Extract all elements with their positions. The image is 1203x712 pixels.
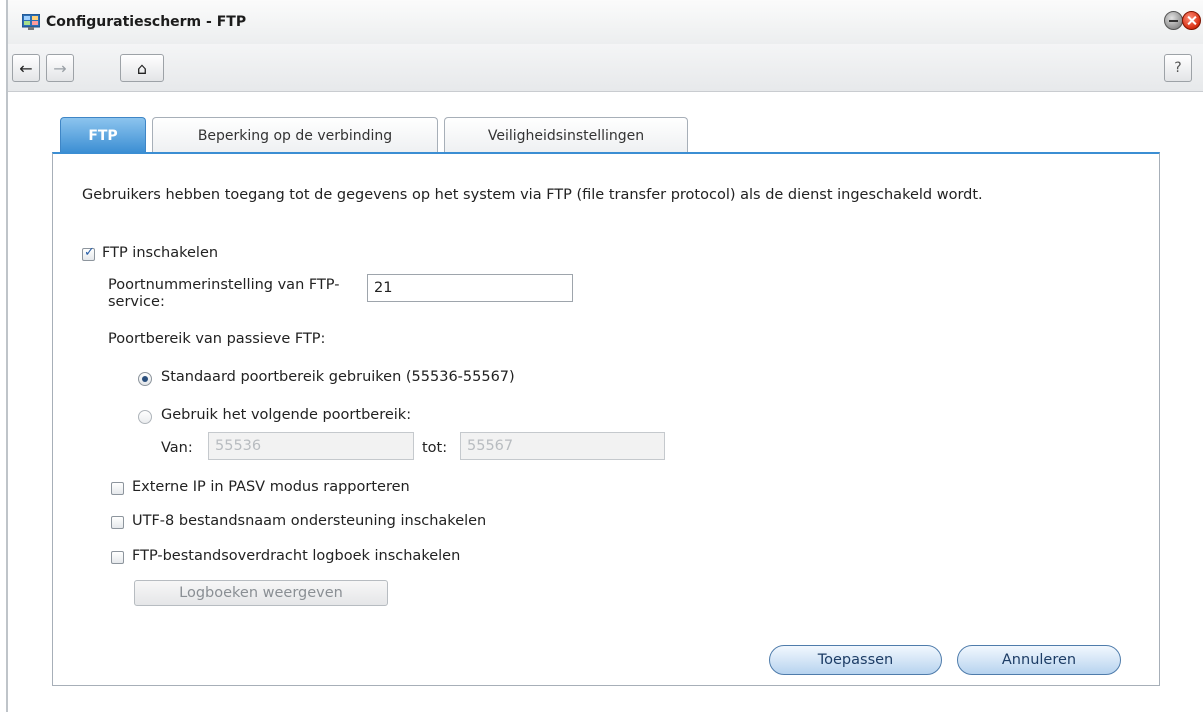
tab-security-settings[interactable]: Veiligheidsinstellingen bbox=[444, 117, 688, 153]
utf8-filename-label: UTF-8 bestandsnaam ondersteuning inschak… bbox=[132, 513, 487, 529]
tab-connection-limits[interactable]: Beperking op de verbinding bbox=[152, 117, 438, 153]
enable-ftp-checkbox[interactable] bbox=[82, 245, 95, 261]
transfer-log-label: FTP-bestandsoverdracht logboek inschakel… bbox=[132, 548, 461, 564]
help-icon[interactable]: ? bbox=[1164, 54, 1192, 82]
description-text: Gebruikers hebben toegang tot de gegeven… bbox=[82, 187, 983, 203]
tab-ftp[interactable]: FTP bbox=[60, 117, 146, 153]
apply-button[interactable]: Toepassen bbox=[769, 645, 942, 675]
default-range-label: Standaard poortbereik gebruiken (55536-5… bbox=[161, 369, 515, 385]
home-icon[interactable]: ⌂ bbox=[120, 54, 164, 82]
app-icon bbox=[22, 14, 40, 30]
close-icon[interactable] bbox=[1182, 11, 1201, 30]
from-port-input[interactable] bbox=[208, 432, 414, 460]
view-logs-button[interactable]: Logboeken weergeven bbox=[134, 580, 388, 606]
custom-range-radio[interactable] bbox=[138, 410, 152, 424]
back-arrow-icon[interactable]: ← bbox=[12, 54, 40, 82]
passive-range-label: Poortbereik van passieve FTP: bbox=[108, 331, 326, 347]
custom-range-label: Gebruik het volgende poortbereik: bbox=[161, 407, 412, 423]
forward-arrow-icon[interactable]: → bbox=[46, 54, 74, 82]
window-title: Configuratiescherm - FTP bbox=[46, 14, 247, 30]
port-number-input[interactable] bbox=[367, 274, 573, 302]
port-number-label: Poortnummerinstelling van FTP-service: bbox=[108, 277, 340, 310]
minimize-icon[interactable] bbox=[1164, 11, 1183, 30]
enable-ftp-label: FTP inschakelen bbox=[102, 245, 219, 261]
pasv-external-ip-label: Externe IP in PASV modus rapporteren bbox=[132, 479, 410, 495]
title-bar[interactable]: Configuratiescherm - FTP bbox=[8, 0, 1203, 44]
transfer-log-checkbox[interactable] bbox=[111, 551, 124, 564]
pasv-external-ip-checkbox[interactable] bbox=[111, 482, 124, 495]
utf8-filename-checkbox[interactable] bbox=[111, 516, 124, 529]
cancel-button[interactable]: Annuleren bbox=[957, 645, 1121, 675]
to-port-input[interactable] bbox=[460, 432, 665, 460]
to-label: tot: bbox=[422, 440, 448, 456]
from-label: Van: bbox=[161, 440, 193, 456]
toolbar bbox=[8, 44, 1203, 92]
default-range-radio[interactable] bbox=[138, 372, 152, 386]
